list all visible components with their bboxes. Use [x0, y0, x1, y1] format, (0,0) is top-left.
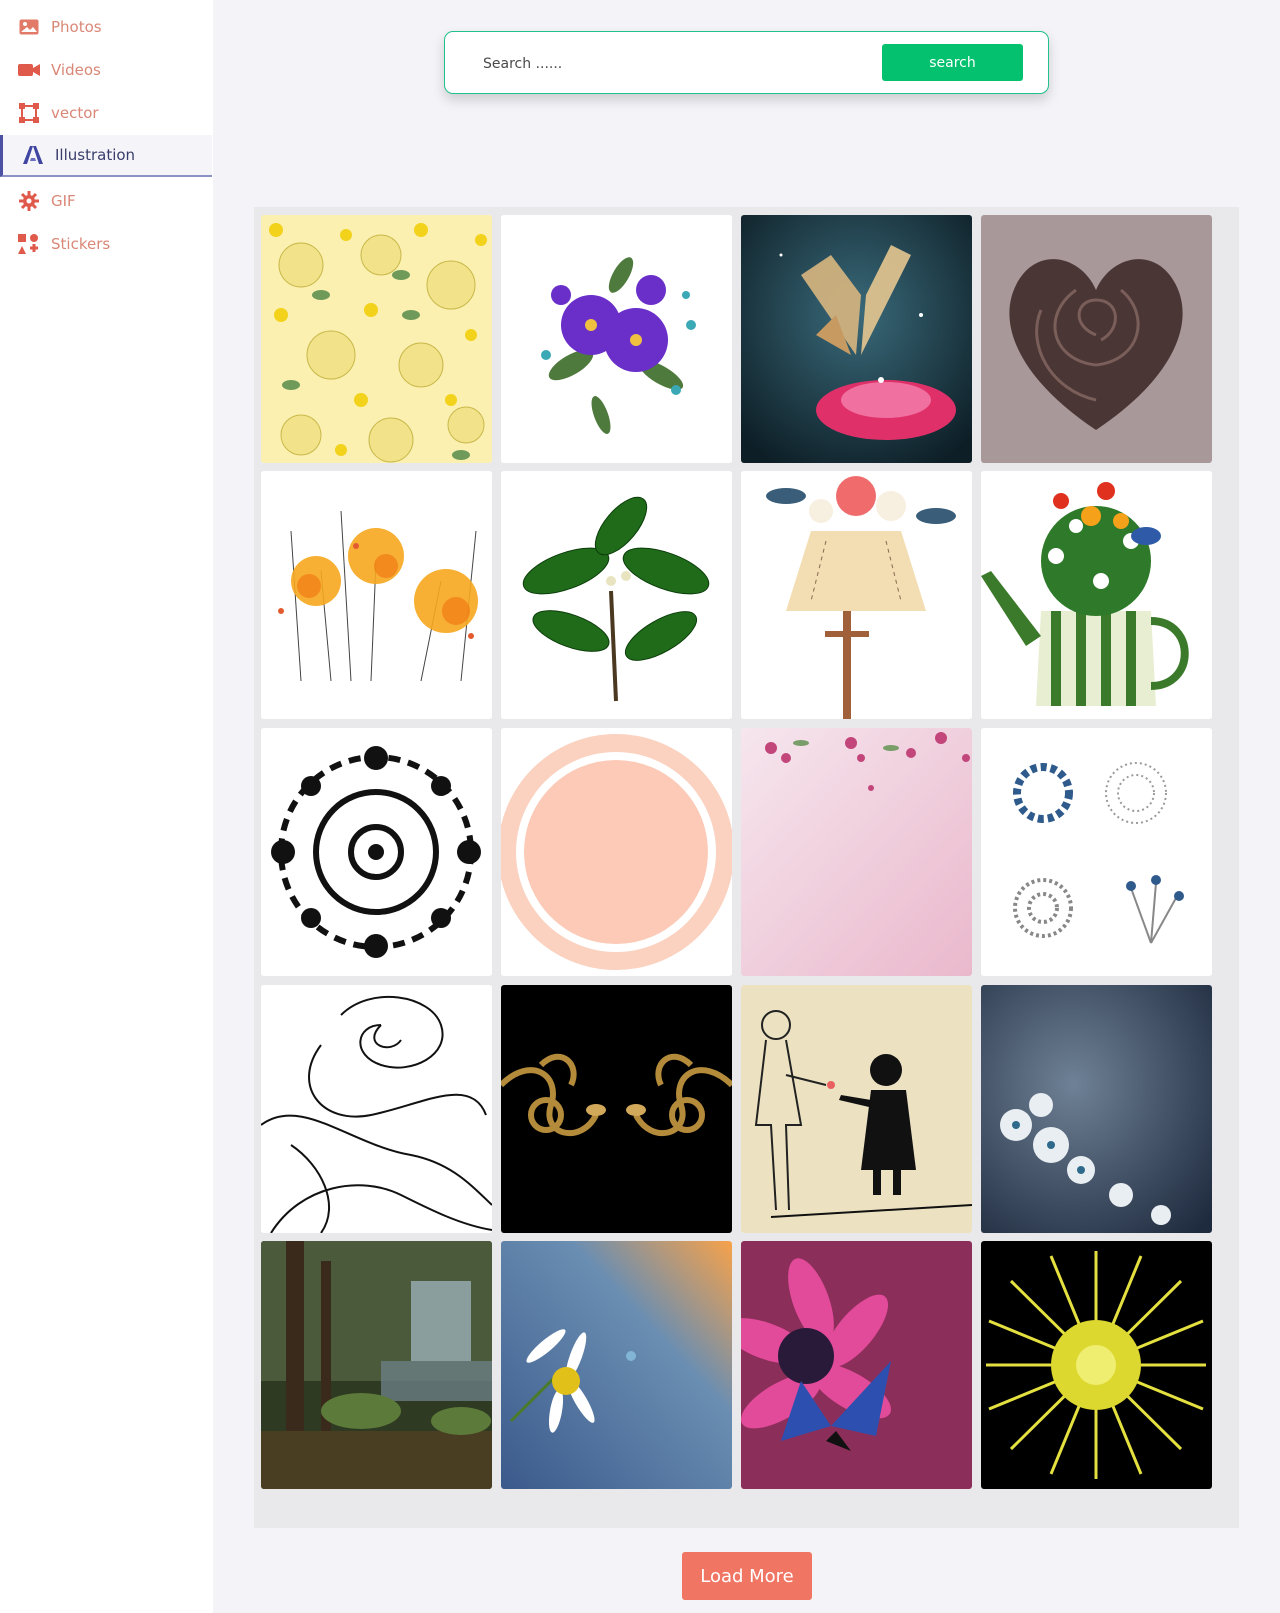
gallery-image-boy-giving-flower-to-girl[interactable]: [741, 985, 972, 1233]
sidebar-item-videos[interactable]: Videos: [0, 50, 212, 90]
gear-icon: [18, 191, 40, 211]
load-more-button[interactable]: Load More: [682, 1552, 812, 1600]
sidebar-item-label: GIF: [51, 192, 76, 210]
main-content: search: [213, 0, 1280, 1613]
gallery-image-butterfly-on-pink-flower[interactable]: [741, 215, 972, 463]
sidebar-item-illustration[interactable]: Illustration: [0, 135, 212, 177]
video-camera-icon: [18, 60, 40, 80]
sidebar-item-label: Photos: [51, 18, 102, 36]
gallery-image-flowers-in-watering-can[interactable]: [981, 471, 1212, 719]
gallery-image-gold-ornament-on-black[interactable]: [501, 985, 732, 1233]
image-icon: [18, 17, 40, 37]
sidebar: Photos Videos vector Illustration GIF St…: [0, 0, 213, 1613]
gallery-image-purple-flower-bouquet[interactable]: [501, 215, 732, 463]
search-bar: search: [444, 31, 1049, 94]
adobe-illustration-icon: [22, 145, 44, 165]
gallery-image-daisy-on-blue-gradient[interactable]: [501, 1241, 732, 1489]
gallery-image-butterfly-on-magenta-flower[interactable]: [741, 1241, 972, 1489]
sidebar-item-label: Videos: [51, 61, 101, 79]
sticker-icon: [18, 234, 40, 254]
gallery-image-yellow-starburst-on-black[interactable]: [981, 1241, 1212, 1489]
sidebar-item-label: Stickers: [51, 235, 111, 253]
gallery-image-dark-rose-heart[interactable]: [981, 215, 1212, 463]
sidebar-item-label: Illustration: [55, 146, 136, 164]
vector-path-icon: [18, 103, 40, 123]
gallery-image-orange-watercolor-flowers[interactable]: [261, 471, 492, 719]
sidebar-item-label: vector: [51, 104, 99, 122]
gallery-image-green-leaf-branch[interactable]: [501, 471, 732, 719]
gallery-image-yellow-floral-pattern[interactable]: [261, 215, 492, 463]
sidebar-item-photos[interactable]: Photos: [0, 7, 212, 47]
gallery-image-rose-line-drawing[interactable]: [261, 985, 492, 1233]
gallery-image-peach-lace-doily[interactable]: [501, 728, 732, 976]
image-gallery: [254, 207, 1239, 1528]
gallery-image-floral-lamp[interactable]: [741, 471, 972, 719]
gallery-image-pink-blossom-paper[interactable]: [741, 728, 972, 976]
search-input[interactable]: [481, 48, 865, 80]
sidebar-item-gif[interactable]: GIF: [0, 181, 212, 221]
search-button[interactable]: search: [882, 44, 1023, 81]
gallery-image-white-flowers-on-blue-texture[interactable]: [981, 985, 1212, 1233]
gallery-image-forest-waterfall[interactable]: [261, 1241, 492, 1489]
gallery-image-black-mandala[interactable]: [261, 728, 492, 976]
gallery-image-blue-and-silver-stickers[interactable]: [981, 728, 1212, 976]
sidebar-item-vector[interactable]: vector: [0, 93, 212, 133]
sidebar-item-stickers[interactable]: Stickers: [0, 224, 212, 264]
